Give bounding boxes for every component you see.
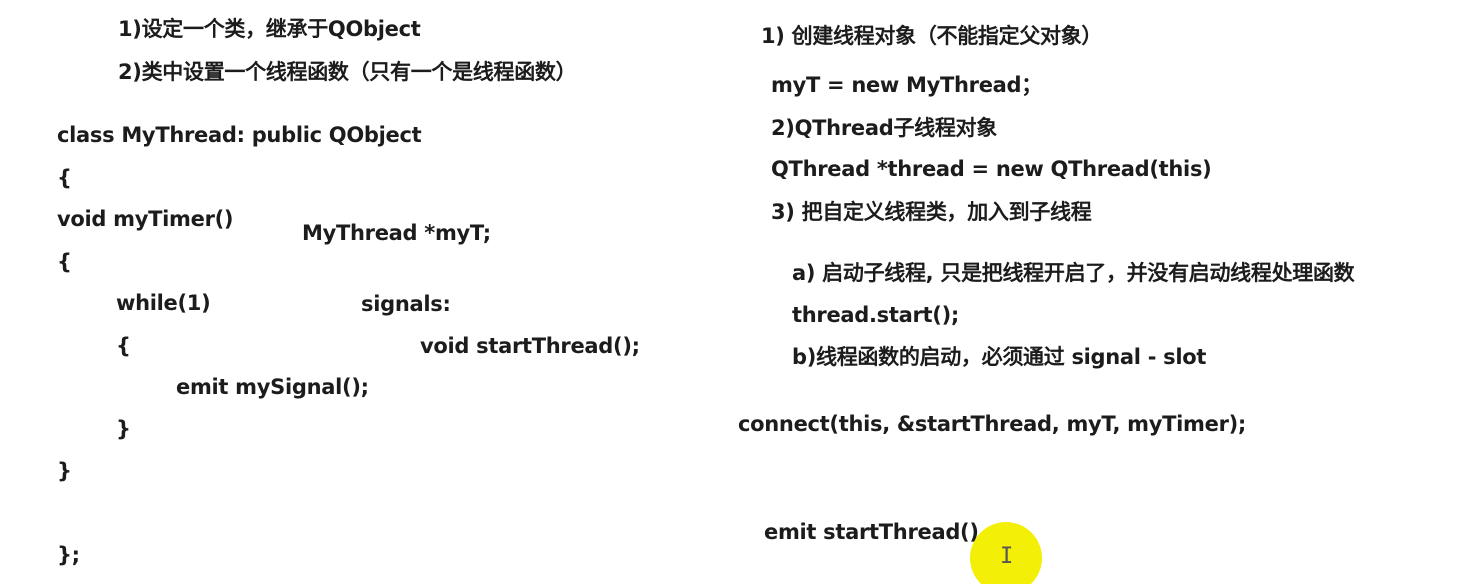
class-close-brace: }; xyxy=(57,543,80,567)
text-cursor-icon: I xyxy=(1000,544,1014,569)
signal-declaration: void startThread(); xyxy=(420,334,640,358)
right-step-1: 1) 创建线程对象（不能指定父对象） xyxy=(761,24,1103,48)
thread-start: thread.start(); xyxy=(792,303,959,327)
left-step-2: 2)类中设置一个线程函数（只有一个是线程函数） xyxy=(118,60,577,84)
create-qthread: QThread *thread = new QThread(this) xyxy=(771,157,1212,181)
emit-my-signal: emit mySignal(); xyxy=(176,375,369,399)
connect-statement: connect(this, &startThread, myT, myTimer… xyxy=(738,412,1247,436)
left-step-1: 1)设定一个类，继承于QObject xyxy=(118,17,421,41)
function-close-brace: } xyxy=(57,459,72,483)
class-declaration: class MyThread: public QObject xyxy=(57,123,422,147)
sub-step-b: b)线程函数的启动，必须通过 signal - slot xyxy=(792,345,1207,369)
while-statement: while(1) xyxy=(116,291,211,315)
slide: 1)设定一个类，继承于QObject 2)类中设置一个线程函数（只有一个是线程函… xyxy=(0,0,1477,584)
function-declaration: void myTimer() xyxy=(57,207,234,231)
create-thread-object: myT = new MyThread； xyxy=(771,73,1042,97)
class-open-brace: { xyxy=(57,166,72,190)
right-step-2: 2)QThread子线程对象 xyxy=(771,116,997,140)
while-open-brace: { xyxy=(116,334,131,358)
signals-label: signals: xyxy=(361,292,451,316)
function-open-brace: { xyxy=(57,250,72,274)
while-close-brace: } xyxy=(116,417,131,441)
right-step-3: 3) 把自定义线程类，加入到子线程 xyxy=(771,200,1092,224)
member-declaration: MyThread *myT; xyxy=(302,221,491,245)
emit-start-thread: emit startThread() xyxy=(764,520,979,544)
sub-step-a: a) 启动子线程, 只是把线程开启了，并没有启动线程处理函数 xyxy=(792,261,1355,285)
